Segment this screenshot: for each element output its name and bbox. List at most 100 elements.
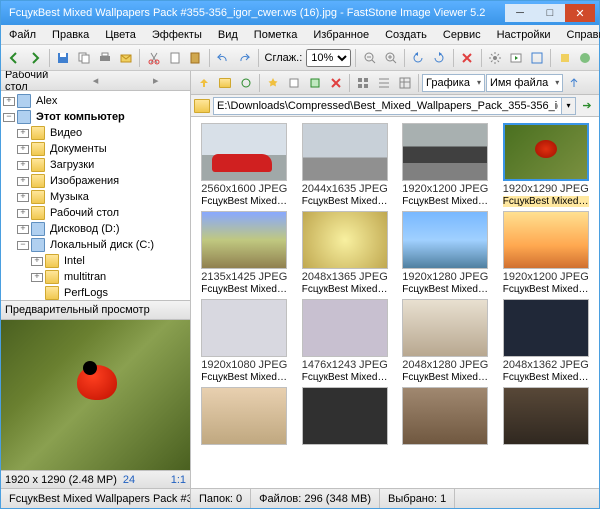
- maximize-button[interactable]: □: [535, 4, 565, 22]
- sort-field-select[interactable]: Имя файла: [486, 74, 563, 92]
- tree-documents[interactable]: Документы: [48, 143, 109, 155]
- menu-create[interactable]: Создать: [379, 27, 433, 43]
- nav-fwd-icon[interactable]: [26, 48, 45, 68]
- thumb-item[interactable]: [195, 387, 294, 445]
- tree-dvd[interactable]: Дисковод (D:): [48, 223, 122, 235]
- preview-pane[interactable]: [1, 320, 190, 470]
- tree-intel[interactable]: Intel: [62, 255, 87, 267]
- tree-images[interactable]: Изображения: [48, 175, 121, 187]
- status-bar: FcцукBest Mixed Wallpapers Pack #355- Па…: [1, 488, 599, 508]
- nav-back-icon[interactable]: [5, 48, 24, 68]
- tree-multitran[interactable]: multitran: [62, 271, 108, 283]
- save-icon[interactable]: [54, 48, 73, 68]
- refresh-icon[interactable]: [236, 73, 256, 93]
- favorites-icon[interactable]: [263, 73, 283, 93]
- gear-icon[interactable]: [485, 48, 504, 68]
- status-selected: Выбрано: 1: [380, 489, 455, 508]
- menu-effects[interactable]: Эффекты: [146, 27, 208, 43]
- tree-video[interactable]: Видео: [48, 127, 84, 139]
- tree-desktop[interactable]: Рабочий стол: [48, 207, 121, 219]
- browser-toolbar: Графика Имя файла: [191, 71, 599, 95]
- menu-view[interactable]: Вид: [212, 27, 244, 43]
- rotate-right-icon[interactable]: [430, 48, 449, 68]
- paste-icon[interactable]: [186, 48, 205, 68]
- view-detail-icon[interactable]: [395, 73, 415, 93]
- menu-settings[interactable]: Настройки: [491, 27, 557, 43]
- thumb-item[interactable]: 2135x1425JPEGFcцукBest Mixed Wa...: [195, 211, 294, 295]
- tree-computer[interactable]: Этот компьютер: [34, 111, 127, 123]
- cut-icon[interactable]: [144, 48, 163, 68]
- tree-downloads[interactable]: Загрузки: [48, 159, 96, 171]
- zoom-in-icon[interactable]: [381, 48, 400, 68]
- path-go-icon[interactable]: ➔: [578, 97, 596, 115]
- thumb-item[interactable]: 1920x1200JPEGFcцукBest Mixed Wa...: [396, 123, 495, 207]
- zoom-select[interactable]: 10%: [306, 49, 351, 67]
- sort-type-select[interactable]: Графика: [422, 74, 485, 92]
- thumb-item[interactable]: 2048x1365JPEGFcцукBest Mixed Wa...: [296, 211, 395, 295]
- clipboard-copy-icon[interactable]: [165, 48, 184, 68]
- menu-favorites[interactable]: Избранное: [307, 27, 375, 43]
- menu-mark[interactable]: Пометка: [248, 27, 304, 43]
- smooth-label: Сглаж.:: [265, 52, 303, 64]
- menu-edit[interactable]: Правка: [46, 27, 95, 43]
- thumb-item[interactable]: 2048x1280JPEGFcцукBest Mixed Wa...: [396, 299, 495, 383]
- thumb-item[interactable]: [296, 387, 395, 445]
- status-folders: Папок: 0: [191, 489, 251, 508]
- close-button[interactable]: ✕: [565, 4, 595, 22]
- rotate-left-icon[interactable]: [409, 48, 428, 68]
- folder-icon[interactable]: [215, 73, 235, 93]
- path-dropdown[interactable]: ▾: [562, 97, 576, 115]
- tree-music[interactable]: Музыка: [48, 191, 91, 203]
- fullscreen-icon[interactable]: [527, 48, 546, 68]
- menu-bar: Файл Правка Цвета Эффекты Вид Пометка Из…: [1, 25, 599, 45]
- skin-icon[interactable]: [576, 48, 595, 68]
- path-bar: ▾ ➔: [191, 95, 599, 117]
- view-list-icon[interactable]: [374, 73, 394, 93]
- settings-icon[interactable]: [555, 48, 574, 68]
- preview-fit: 1:1: [171, 474, 186, 486]
- zoom-out-icon[interactable]: [360, 48, 379, 68]
- tree-alex[interactable]: Alex: [34, 95, 59, 107]
- up-folder-icon[interactable]: [194, 73, 214, 93]
- main-toolbar: Сглаж.: 10%: [1, 45, 599, 71]
- thumb-item[interactable]: 1920x1200JPEGFcцукBest Mixed Wa...: [497, 211, 596, 295]
- menu-file[interactable]: Файл: [3, 27, 42, 43]
- view-thumbs-icon[interactable]: [353, 73, 373, 93]
- thumb-item[interactable]: [497, 387, 596, 445]
- preview-info: 1920 x 1290 (2.48 MP) 24 1:1: [1, 470, 190, 488]
- thumb-item[interactable]: 1920x1290JPEGFcцукBest Mixed Wa...: [497, 123, 596, 207]
- delete-icon[interactable]: [458, 48, 477, 68]
- minimize-button[interactable]: ─: [505, 4, 535, 22]
- thumb-item[interactable]: [396, 387, 495, 445]
- thumbnail-grid[interactable]: 2560x1600JPEGFcцукBest Mixed Wa... 2044x…: [191, 117, 599, 488]
- path-input[interactable]: [213, 97, 562, 115]
- email-icon[interactable]: [116, 48, 135, 68]
- thumb-item[interactable]: 2044x1635JPEGFcцукBest Mixed Wa...: [296, 123, 395, 207]
- app-window: FcцукBest Mixed Wallpapers Pack #355-356…: [0, 0, 600, 509]
- right-panel: Графика Имя файла ▾ ➔ 2560x1600JPEGFcцук…: [191, 71, 599, 488]
- delete2-icon[interactable]: [326, 73, 346, 93]
- tree-localc[interactable]: Локальный диск (C:): [48, 239, 156, 251]
- thumb-item[interactable]: 1920x1280JPEGFcцукBest Mixed Wa...: [396, 211, 495, 295]
- folder-tree[interactable]: +Alex −Этот компьютер +Видео +Документы …: [1, 91, 190, 300]
- titlebar[interactable]: FcцукBest Mixed Wallpapers Pack #355-356…: [1, 1, 599, 25]
- move-icon[interactable]: [305, 73, 325, 93]
- path-folder-icon: [194, 99, 210, 113]
- sort-asc-icon[interactable]: [564, 73, 584, 93]
- copy2-icon[interactable]: [284, 73, 304, 93]
- menu-colors[interactable]: Цвета: [99, 27, 142, 43]
- thumb-item[interactable]: 2560x1600JPEGFcцукBest Mixed Wa...: [195, 123, 294, 207]
- tree-header[interactable]: Рабочий стол◂▸: [1, 71, 190, 91]
- copy-icon[interactable]: [75, 48, 94, 68]
- thumb-item[interactable]: 2048x1362JPEGFcцукBest Mixed Wa...: [497, 299, 596, 383]
- thumb-item[interactable]: 1476x1243JPEGFcцукBest Mixed Wa...: [296, 299, 395, 383]
- menu-help[interactable]: Справка: [561, 27, 600, 43]
- redo-icon[interactable]: [235, 48, 254, 68]
- thumb-item[interactable]: 1920x1080JPEGFcцукBest Mixed Wa...: [195, 299, 294, 383]
- slideshow-icon[interactable]: [506, 48, 525, 68]
- menu-service[interactable]: Сервис: [437, 27, 487, 43]
- tree-perflogs[interactable]: PerfLogs: [62, 287, 110, 299]
- print-icon[interactable]: [96, 48, 115, 68]
- undo-icon[interactable]: [214, 48, 233, 68]
- preview-dims: 1920 x 1290 (2.48 MP): [5, 474, 117, 486]
